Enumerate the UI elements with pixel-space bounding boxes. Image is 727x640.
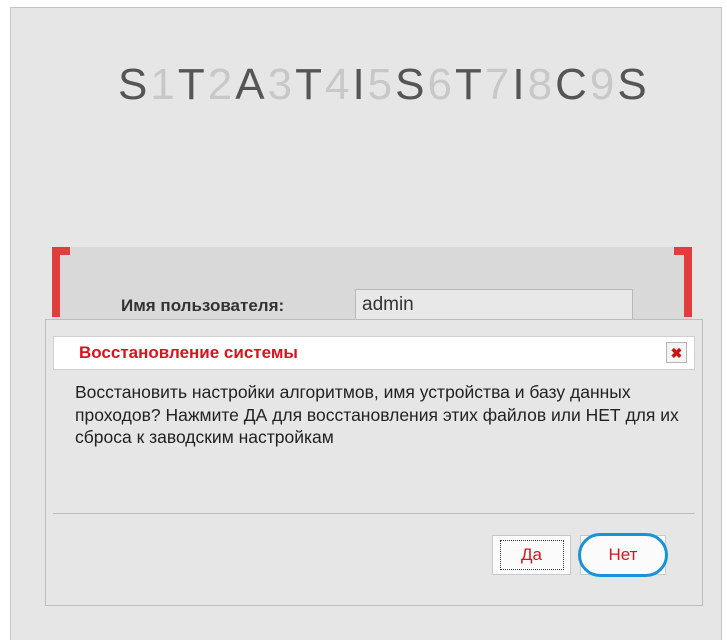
- dialog-title: Восстановление системы: [79, 343, 298, 362]
- dialog-divider: [53, 513, 695, 514]
- restore-system-dialog: Восстановление системы ✖ Восстановить на…: [45, 319, 703, 606]
- dialog-header: Восстановление системы ✖: [53, 336, 695, 370]
- no-button-label: Нет: [608, 545, 638, 564]
- logo-char: C: [555, 60, 590, 109]
- logo-char: 6: [427, 60, 455, 109]
- logo-char: T: [455, 60, 485, 109]
- stastisticks-logo: S1T2A3T4I5S6T7I8C9S: [118, 63, 650, 107]
- left-bracket-decoration: [52, 247, 70, 317]
- yes-button-label: Да: [499, 540, 564, 570]
- close-icon: ✖: [670, 344, 683, 361]
- right-bracket-decoration: [674, 247, 692, 317]
- logo-char: 1: [150, 60, 178, 109]
- logo-char: T: [295, 60, 325, 109]
- logo-char: 4: [324, 60, 353, 109]
- logo-char: S: [395, 60, 428, 109]
- logo-char: 8: [527, 60, 556, 109]
- logo-char: A: [235, 60, 268, 109]
- logo-char: 3: [267, 60, 296, 109]
- yes-button[interactable]: Да: [492, 535, 571, 575]
- logo-char: 2: [207, 60, 236, 109]
- logo-char: S: [617, 60, 650, 109]
- close-button[interactable]: ✖: [666, 342, 687, 363]
- dialog-message: Восстановить настройки алгоритмов, имя у…: [75, 382, 679, 447]
- logo-char: 9: [589, 60, 618, 109]
- logo-char: 5: [367, 60, 396, 109]
- username-label: Имя пользователя:: [121, 296, 285, 315]
- logo-char: S: [118, 60, 151, 109]
- logo-char: T: [177, 60, 208, 109]
- logo-char: I: [512, 60, 528, 109]
- logo-char: I: [352, 60, 368, 109]
- logo-char: 7: [484, 60, 513, 109]
- username-input[interactable]: admin: [355, 289, 633, 321]
- no-button[interactable]: Нет: [580, 535, 666, 575]
